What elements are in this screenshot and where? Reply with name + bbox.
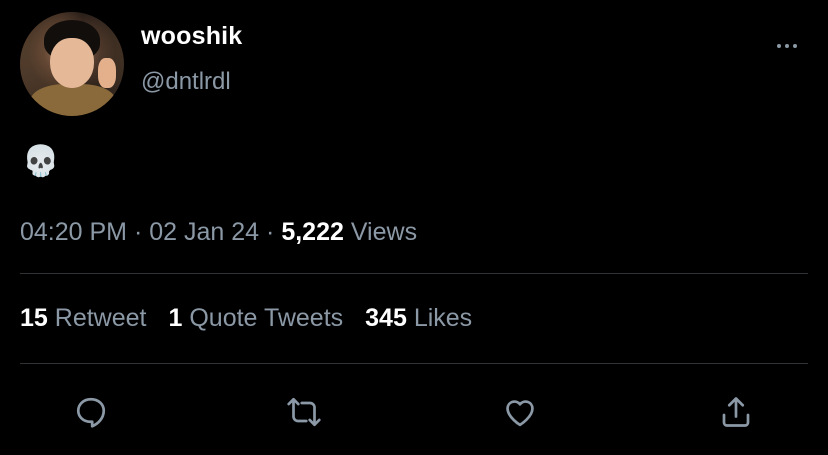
divider — [20, 273, 808, 274]
avatar-body — [30, 84, 116, 116]
user-handle[interactable]: @dntlrdl — [141, 68, 231, 96]
action-bar — [0, 392, 828, 432]
more-dot — [785, 44, 789, 48]
divider — [20, 363, 808, 364]
likes-stat[interactable]: 345 Likes — [365, 304, 472, 332]
tweet-meta: 04:20 PM · 02 Jan 24 · 5,222 Views — [20, 218, 417, 247]
reply-icon — [76, 397, 106, 428]
retweet-button[interactable] — [284, 392, 324, 432]
share-icon — [722, 397, 750, 427]
likes-count: 345 — [365, 304, 407, 332]
tweet-text: 💀 — [22, 144, 60, 179]
views-count: 5,222 — [281, 218, 344, 246]
like-button[interactable] — [500, 392, 540, 432]
retweets-count: 15 — [20, 304, 48, 332]
meta-separator: · — [266, 218, 275, 246]
retweets-label: Retweet — [54, 304, 147, 332]
engagement-stats: 15 Retweet 1 Quote Tweets 345 Likes — [20, 304, 472, 333]
avatar-hand — [98, 58, 116, 88]
tweet-date[interactable]: 02 Jan 24 — [149, 218, 259, 246]
share-button[interactable] — [716, 392, 756, 432]
more-options-button[interactable] — [770, 36, 804, 56]
likes-label: Likes — [413, 304, 473, 332]
more-dot — [793, 44, 797, 48]
meta-separator: · — [133, 218, 143, 246]
views-label: Views — [350, 218, 418, 246]
tweet-time[interactable]: 04:20 PM — [20, 218, 127, 246]
more-dot — [777, 44, 781, 48]
quote-stat[interactable]: 1 Quote Tweets — [168, 304, 343, 332]
heart-icon — [506, 400, 534, 427]
display-name[interactable]: wooshik — [141, 22, 242, 51]
avatar-face — [50, 38, 94, 88]
retweet-stat[interactable]: 15 Retweet — [20, 304, 146, 332]
retweet-icon — [287, 397, 321, 427]
quotes-count: 1 — [168, 304, 183, 332]
quotes-label: Quote Tweets — [189, 304, 344, 332]
reply-button[interactable] — [71, 392, 111, 432]
avatar[interactable] — [20, 12, 124, 116]
